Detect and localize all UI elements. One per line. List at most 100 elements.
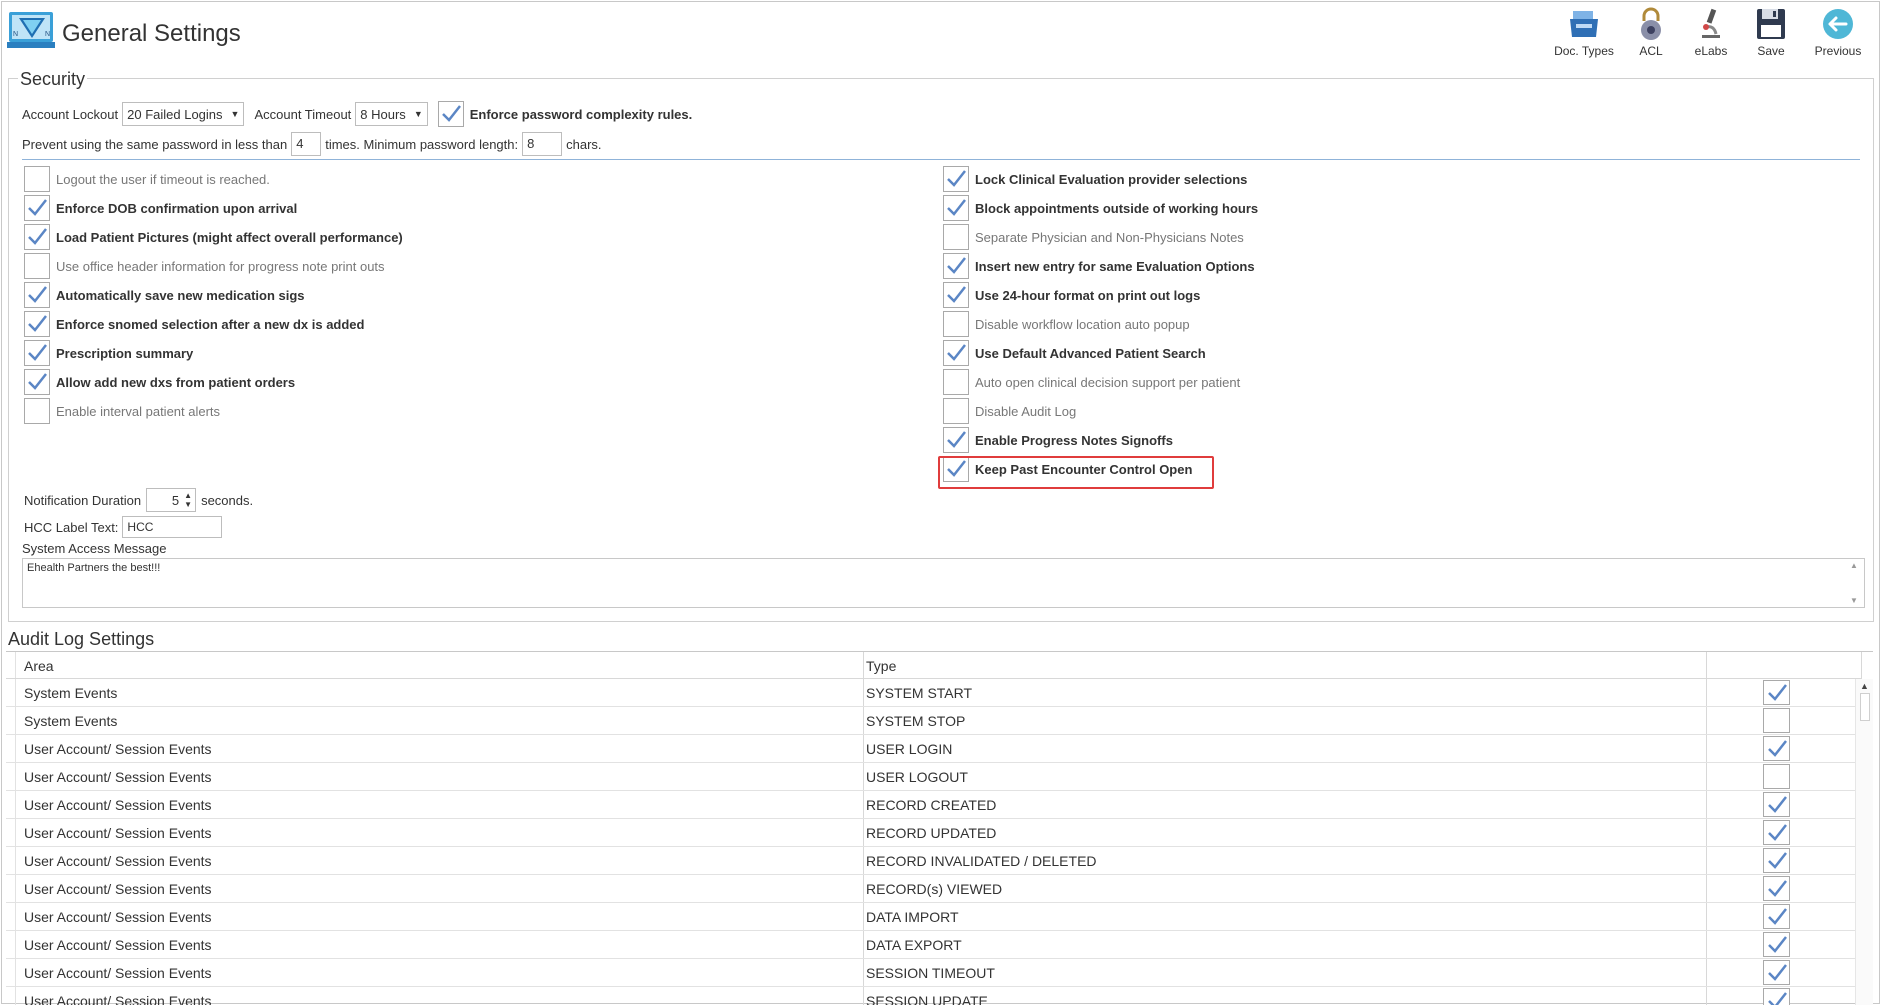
option-row[interactable]: Lock Clinical Evaluation provider select… [943, 166, 1247, 192]
elabs-button[interactable]: eLabs [1683, 6, 1739, 62]
option-checkbox[interactable] [24, 369, 50, 395]
check-icon [947, 431, 966, 448]
scroll-thumb[interactable] [1860, 693, 1870, 721]
option-row[interactable]: Enforce DOB confirmation upon arrival [24, 195, 297, 221]
enabled-checkbox[interactable] [1763, 932, 1790, 957]
hcc-input[interactable] [122, 516, 223, 538]
previous-button[interactable]: Previous [1803, 6, 1873, 62]
option-row[interactable]: Use 24-hour format on print out logs [943, 282, 1200, 308]
password-row: Prevent using the same password in less … [22, 131, 602, 157]
option-label: Auto open clinical decision support per … [975, 374, 1241, 390]
option-checkbox[interactable] [24, 340, 50, 366]
table-row: User Account/ Session Events SESSION TIME… [6, 959, 1861, 987]
table-row: User Account/ Session Events DATA IMPORT [6, 903, 1861, 931]
option-checkbox[interactable] [943, 398, 969, 424]
cell-area: User Account/ Session Events [24, 881, 212, 897]
cell-area: User Account/ Session Events [24, 937, 212, 953]
option-row[interactable]: Prescription summary [24, 340, 193, 366]
enforce-complexity-checkbox[interactable] [437, 101, 464, 127]
enabled-checkbox[interactable] [1763, 988, 1790, 1005]
prevent-reuse-input[interactable]: 4 [291, 132, 322, 156]
account-timeout-select[interactable]: 8 Hours ▼ [355, 102, 428, 126]
enabled-checkbox[interactable] [1763, 876, 1790, 901]
option-checkbox[interactable] [943, 340, 969, 366]
cell-enabled [1763, 736, 1790, 761]
stepper-arrows-icon[interactable]: ▲ ▼ [184, 491, 192, 509]
cell-enabled [1763, 764, 1790, 789]
account-timeout-value: 8 Hours [360, 106, 406, 122]
option-checkbox[interactable] [24, 195, 50, 221]
previous-label: Previous [1814, 44, 1862, 58]
enabled-checkbox[interactable] [1763, 736, 1790, 761]
option-checkbox[interactable] [943, 282, 969, 308]
option-row[interactable]: Use Default Advanced Patient Search [943, 340, 1206, 366]
option-row[interactable]: Keep Past Encounter Control Open [943, 456, 1192, 482]
check-icon [1767, 823, 1787, 841]
option-row[interactable]: Separate Physician and Non-Physicians No… [943, 224, 1244, 250]
option-row[interactable]: Enforce snomed selection after a new dx … [24, 311, 364, 337]
enabled-checkbox[interactable] [1763, 708, 1790, 733]
enabled-checkbox[interactable] [1763, 680, 1790, 705]
table-scrollbar[interactable]: ▲ [1855, 679, 1873, 1005]
option-checkbox[interactable] [943, 195, 969, 221]
option-checkbox[interactable] [24, 224, 50, 250]
enabled-checkbox[interactable] [1763, 792, 1790, 817]
option-row[interactable]: Load Patient Pictures (might affect over… [24, 224, 403, 250]
check-icon [1767, 795, 1787, 813]
option-checkbox[interactable] [943, 224, 969, 250]
option-checkbox[interactable] [24, 253, 50, 279]
option-checkbox[interactable] [943, 427, 969, 453]
option-checkbox[interactable] [943, 311, 969, 337]
check-icon [947, 257, 966, 274]
cell-type: SYSTEM STOP [866, 713, 966, 729]
option-row[interactable]: Insert new entry for same Evaluation Opt… [943, 253, 1255, 279]
cell-area: User Account/ Session Events [24, 741, 212, 757]
cell-enabled [1763, 680, 1790, 705]
option-row[interactable]: Enable interval patient alerts [24, 398, 220, 424]
table-row: User Account/ Session Events USER LOGIN [6, 735, 1861, 763]
option-row[interactable]: Logout the user if timeout is reached. [24, 166, 270, 192]
option-checkbox[interactable] [943, 369, 969, 395]
textarea-scrollbar[interactable]: ▲ ▼ [1848, 561, 1860, 605]
option-row[interactable]: Auto open clinical decision support per … [943, 369, 1240, 395]
doc-types-button[interactable]: Doc. Types [1549, 6, 1619, 62]
account-lockout-select[interactable]: 20 Failed Logins ▼ [122, 102, 245, 126]
column-header-area[interactable]: Area [24, 658, 54, 674]
min-length-input[interactable]: 8 [522, 132, 563, 156]
system-access-textarea[interactable]: Ehealth Partners the best!!! ▲ ▼ [22, 558, 1865, 608]
option-row[interactable]: Disable Audit Log [943, 398, 1076, 424]
notification-stepper[interactable]: 5 ▲ ▼ [146, 488, 197, 512]
option-checkbox[interactable] [943, 166, 969, 192]
save-button[interactable]: Save [1743, 6, 1799, 62]
system-access-text: Ehealth Partners the best!!! [27, 562, 161, 574]
enabled-checkbox[interactable] [1763, 960, 1790, 985]
enabled-checkbox[interactable] [1763, 904, 1790, 929]
option-checkbox[interactable] [24, 311, 50, 337]
notification-row: Notification Duration 5 ▲ ▼ seconds. [24, 488, 253, 512]
option-checkbox[interactable] [24, 398, 50, 424]
option-checkbox[interactable] [943, 456, 969, 482]
account-lockout-value: 20 Failed Logins [127, 106, 223, 122]
check-icon [947, 170, 966, 187]
scroll-up-icon[interactable]: ▲ [1860, 681, 1869, 691]
option-label: Enforce DOB confirmation upon arrival [56, 200, 298, 216]
cell-enabled [1763, 708, 1790, 733]
option-checkbox[interactable] [24, 282, 50, 308]
acl-button[interactable]: ACL [1623, 6, 1679, 62]
enabled-checkbox[interactable] [1763, 820, 1790, 845]
svg-text:N: N [45, 31, 50, 38]
option-checkbox[interactable] [24, 166, 50, 192]
check-icon [28, 344, 47, 361]
option-row[interactable]: Allow add new dxs from patient orders [24, 369, 295, 395]
option-row[interactable]: Enable Progress Notes Signoffs [943, 427, 1173, 453]
option-row[interactable]: Use office header information for progre… [24, 253, 385, 279]
column-header-type[interactable]: Type [866, 658, 896, 674]
check-icon [1767, 907, 1787, 925]
option-row[interactable]: Block appointments outside of working ho… [943, 195, 1258, 221]
enabled-checkbox[interactable] [1763, 764, 1790, 789]
option-row[interactable]: Automatically save new medication sigs [24, 282, 305, 308]
option-checkbox[interactable] [943, 253, 969, 279]
option-row[interactable]: Disable workflow location auto popup [943, 311, 1190, 337]
enabled-checkbox[interactable] [1763, 848, 1790, 873]
cell-area: User Account/ Session Events [24, 909, 212, 925]
